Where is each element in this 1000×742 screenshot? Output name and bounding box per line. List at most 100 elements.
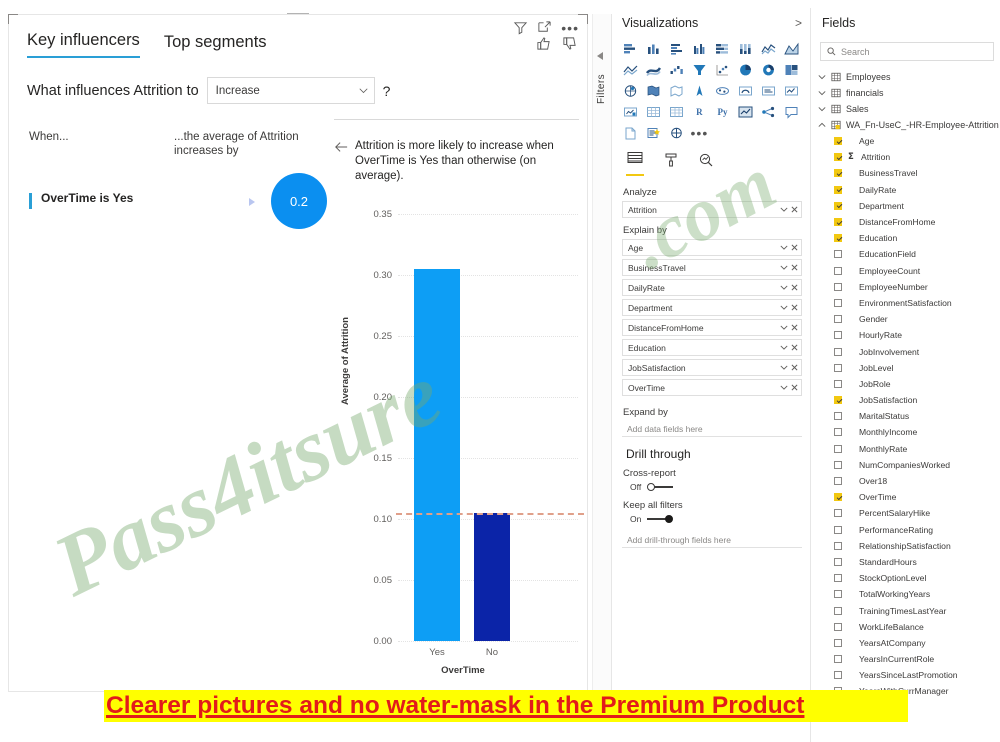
field-row-relationshipsatisfaction[interactable]: RelationshipSatisfaction	[834, 538, 1000, 554]
tab-key-influencers[interactable]: Key influencers	[27, 31, 140, 58]
filled-map-icon[interactable]	[643, 81, 663, 100]
field-row-environmentsatisfaction[interactable]: EnvironmentSatisfaction	[834, 295, 1000, 311]
field-checkbox[interactable]	[834, 169, 842, 178]
field-row-education[interactable]: Education	[834, 230, 1000, 246]
field-row-employeenumber[interactable]: EmployeeNumber	[834, 279, 1000, 295]
field-row-department[interactable]: Department	[834, 198, 1000, 214]
field-checkbox[interactable]	[834, 396, 842, 405]
azure-map-icon[interactable]	[713, 81, 733, 100]
clustered-bar-chart-icon[interactable]	[666, 39, 686, 58]
explain-by-field-0[interactable]: Age	[622, 239, 802, 256]
field-checkbox[interactable]	[834, 298, 842, 307]
field-checkbox[interactable]	[834, 363, 842, 372]
fields-tab-icon[interactable]	[626, 150, 644, 176]
field-checkbox[interactable]	[834, 218, 842, 227]
kpi-icon[interactable]	[620, 102, 640, 121]
chevron-down-icon[interactable]	[780, 345, 788, 350]
chevron-down-icon[interactable]	[780, 245, 788, 250]
explain-by-field-6[interactable]: JobSatisfaction	[622, 359, 802, 376]
ribbon-chart-icon[interactable]	[643, 60, 663, 79]
field-checkbox[interactable]	[834, 590, 842, 599]
field-checkbox[interactable]	[834, 315, 842, 324]
field-checkbox[interactable]	[834, 250, 842, 259]
field-checkbox[interactable]	[834, 574, 842, 583]
cross-report-toggle-row[interactable]: Off	[630, 482, 802, 492]
expand-by-dropzone[interactable]: Add data fields here	[622, 421, 802, 437]
chevron-down-icon[interactable]	[780, 207, 788, 212]
line-chart-icon[interactable]	[759, 39, 779, 58]
back-arrow-icon[interactable]	[334, 139, 348, 158]
field-checkbox[interactable]	[834, 412, 842, 421]
table-node-sales[interactable]: Sales	[818, 101, 1000, 117]
field-checkbox[interactable]	[834, 185, 842, 194]
remove-field-icon[interactable]	[791, 284, 798, 291]
field-checkbox[interactable]	[834, 493, 842, 502]
chevron-down-icon[interactable]	[780, 325, 788, 330]
field-checkbox[interactable]	[834, 606, 842, 615]
gauge-chart-icon[interactable]	[736, 81, 756, 100]
field-row-maritalstatus[interactable]: MaritalStatus	[834, 408, 1000, 424]
chevron-down-icon[interactable]	[780, 285, 788, 290]
field-row-totalworkingyears[interactable]: TotalWorkingYears	[834, 586, 1000, 602]
field-checkbox[interactable]	[834, 137, 842, 146]
field-row-numcompaniesworked[interactable]: NumCompaniesWorked	[834, 457, 1000, 473]
thumbs-down-icon[interactable]	[562, 36, 577, 51]
treemap-icon[interactable]	[782, 60, 802, 79]
field-row-stockoptionlevel[interactable]: StockOptionLevel	[834, 570, 1000, 586]
100-stacked-bar-chart-icon[interactable]	[713, 39, 733, 58]
funnel-chart-icon[interactable]	[689, 60, 709, 79]
field-checkbox[interactable]	[834, 655, 842, 664]
paginated-report-icon[interactable]	[620, 123, 640, 142]
remove-field-icon[interactable]	[791, 364, 798, 371]
field-row-yearsincurrentrole[interactable]: YearsInCurrentRole	[834, 651, 1000, 667]
field-row-performancerating[interactable]: PerformanceRating	[834, 522, 1000, 538]
stacked-bar-chart-icon[interactable]	[620, 39, 640, 58]
remove-field-icon[interactable]	[791, 264, 798, 271]
field-checkbox[interactable]	[834, 477, 842, 486]
chevron-down-icon[interactable]	[780, 265, 788, 270]
python-visual-icon[interactable]: Py	[713, 102, 733, 121]
table-icon[interactable]	[666, 102, 686, 121]
multi-row-card-icon[interactable]	[782, 81, 802, 100]
remove-field-icon[interactable]	[791, 304, 798, 311]
table-node-financials[interactable]: financials	[818, 85, 1000, 101]
field-row-jobrole[interactable]: JobRole	[834, 376, 1000, 392]
key-influencers-icon[interactable]	[736, 102, 756, 121]
field-row-worklifebalance[interactable]: WorkLifeBalance	[834, 619, 1000, 635]
field-checkbox[interactable]	[834, 234, 842, 243]
field-row-yearssincelastpromotion[interactable]: YearsSinceLastPromotion	[834, 667, 1000, 683]
explain-by-field-7[interactable]: OverTime	[622, 379, 802, 396]
analyze-field-well[interactable]: Attrition	[622, 201, 802, 218]
field-row-dailyrate[interactable]: DailyRate	[834, 182, 1000, 198]
field-checkbox[interactable]	[834, 460, 842, 469]
field-row-over18[interactable]: Over18	[834, 473, 1000, 489]
field-checkbox[interactable]	[834, 622, 842, 631]
chevron-down-icon[interactable]	[780, 365, 788, 370]
stacked-area-chart-icon[interactable]	[620, 60, 640, 79]
expand-filters-icon[interactable]	[597, 52, 603, 60]
field-row-jobsatisfaction[interactable]: JobSatisfaction	[834, 392, 1000, 408]
field-row-monthlyincome[interactable]: MonthlyIncome	[834, 424, 1000, 440]
100-stacked-column-chart-icon[interactable]	[736, 39, 756, 58]
field-row-attrition[interactable]: Σ Attrition	[834, 149, 1000, 165]
field-checkbox[interactable]	[834, 331, 842, 340]
remove-field-icon[interactable]	[791, 206, 798, 213]
card-icon[interactable]	[759, 81, 779, 100]
explain-by-field-2[interactable]: DailyRate	[622, 279, 802, 296]
field-row-trainingtimeslastyear[interactable]: TrainingTimesLastYear	[834, 602, 1000, 618]
remove-field-icon[interactable]	[791, 324, 798, 331]
keep-filters-toggle-row[interactable]: On	[630, 514, 802, 524]
drill-through-dropzone[interactable]: Add drill-through fields here	[622, 532, 802, 548]
field-checkbox[interactable]	[834, 638, 842, 647]
help-question-icon[interactable]: ?	[383, 83, 391, 99]
filters-rail[interactable]: Filters	[592, 14, 612, 690]
scatter-chart-icon[interactable]	[713, 60, 733, 79]
slicer-icon[interactable]	[643, 102, 663, 121]
bar-no[interactable]	[474, 513, 510, 641]
field-row-overtime[interactable]: OverTime	[834, 489, 1000, 505]
key-influencers-visual[interactable]: ••• Key influencers Top segments What in…	[8, 13, 588, 692]
map-icon[interactable]	[620, 81, 640, 100]
chevron-down-icon[interactable]	[780, 385, 788, 390]
keep-filters-toggle[interactable]	[647, 515, 674, 523]
clustered-column-chart-icon[interactable]	[689, 39, 709, 58]
